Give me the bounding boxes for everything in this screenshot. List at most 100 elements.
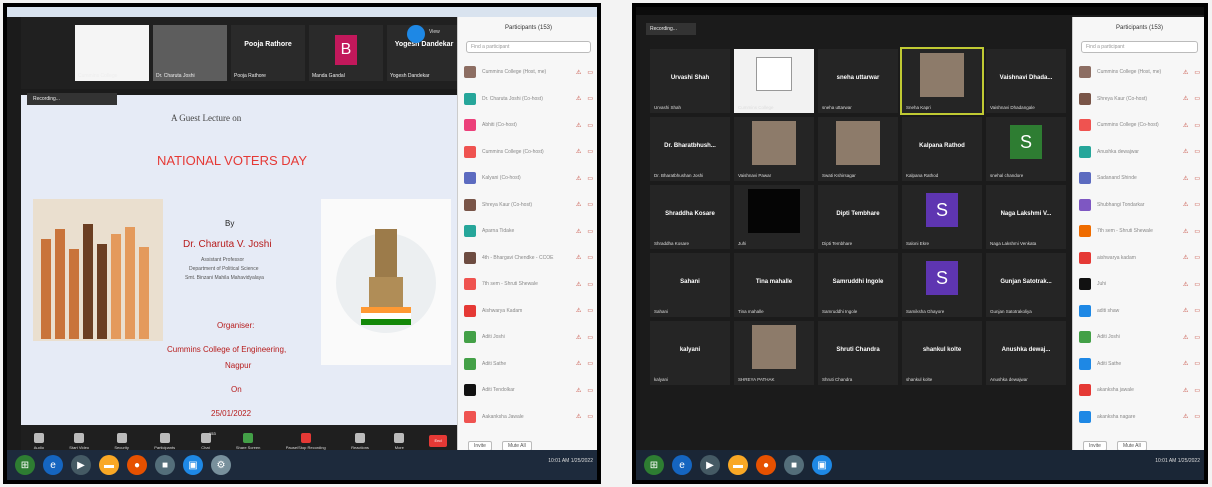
firefox-icon[interactable]: ●: [756, 455, 776, 475]
video-off-icon[interactable]: ▭: [1194, 201, 1200, 208]
video-off-icon[interactable]: ▭: [587, 334, 593, 341]
recording-indicator[interactable]: Recording...: [646, 23, 696, 35]
video-off-icon[interactable]: ▭: [1194, 69, 1200, 76]
mic-muted-icon[interactable]: ⚠: [576, 201, 581, 208]
mic-muted-icon[interactable]: ⚠: [576, 122, 581, 129]
mic-muted-icon[interactable]: ⚠: [1183, 254, 1188, 261]
gallery-tile[interactable]: Vaishnavi Dhada... Vaishnavi Dhadangale: [986, 49, 1066, 113]
participant-row[interactable]: Aditi Sathe ⚠ ▭: [458, 351, 597, 378]
participant-row[interactable]: aditi shaw ⚠ ▭: [1073, 298, 1204, 325]
zoom-icon[interactable]: ▣: [183, 455, 203, 475]
video-off-icon[interactable]: ▭: [1194, 413, 1200, 420]
gallery-tile[interactable]: S Saloni Ekre: [902, 185, 982, 249]
participant-row[interactable]: Aditi Sathe ⚠ ▭: [1073, 351, 1204, 378]
system-tray-clock[interactable]: 10:01 AM 1/25/2022: [1155, 458, 1200, 464]
media-icon[interactable]: ▶: [700, 455, 720, 475]
app-icon[interactable]: ■: [784, 455, 804, 475]
mic-muted-icon[interactable]: ⚠: [576, 228, 581, 235]
participant-row[interactable]: Aishwarya Kadam ⚠ ▭: [458, 298, 597, 325]
participant-row[interactable]: Kalyani (Co-host) ⚠ ▭: [458, 165, 597, 192]
gallery-tile[interactable]: shankul kolte shankul kolte: [902, 321, 982, 385]
folder-icon[interactable]: ▬: [728, 455, 748, 475]
participant-row[interactable]: Shreya Kaur (Co-host) ⚠ ▭: [458, 192, 597, 219]
mic-muted-icon[interactable]: ⚠: [1183, 334, 1188, 341]
video-tile[interactable]: Pooja Rathore Pooja Rathore: [231, 25, 305, 81]
video-off-icon[interactable]: ▭: [587, 307, 593, 314]
mic-muted-icon[interactable]: ⚠: [576, 360, 581, 367]
gallery-tile[interactable]: Ssnehal chandore: [986, 117, 1066, 181]
participant-row[interactable]: Abhiti (Co-host) ⚠ ▭: [458, 112, 597, 139]
video-off-icon[interactable]: ▭: [1194, 175, 1200, 182]
folder-icon[interactable]: ▬: [99, 455, 119, 475]
participant-row[interactable]: Cummins College (Host, me) ⚠ ▭: [1073, 59, 1204, 86]
control-more[interactable]: More: [394, 432, 405, 450]
participant-row[interactable]: Aditi Joshi ⚠ ▭: [1073, 324, 1204, 351]
mic-muted-icon[interactable]: ⚠: [576, 175, 581, 182]
participant-row[interactable]: Cummins College (Co-host) ⚠ ▭: [1073, 112, 1204, 139]
start-orb-icon[interactable]: ⊞: [15, 455, 35, 475]
video-off-icon[interactable]: ▭: [587, 413, 593, 420]
video-tile[interactable]: B Manda Gandal: [309, 25, 383, 81]
video-tile[interactable]: Cummins College: [75, 25, 149, 81]
participant-row[interactable]: Shreya Kaur (Co-host) ⚠ ▭: [1073, 86, 1204, 113]
control-record[interactable]: Pause/Stop Recording: [286, 432, 326, 450]
mic-muted-icon[interactable]: ⚠: [576, 307, 581, 314]
control-mic[interactable]: Audio: [34, 432, 44, 450]
mic-muted-icon[interactable]: ⚠: [1183, 307, 1188, 314]
participant-row[interactable]: Juhi ⚠ ▭: [1073, 271, 1204, 298]
mic-muted-icon[interactable]: ⚠: [1183, 175, 1188, 182]
mic-muted-icon[interactable]: ⚠: [1183, 69, 1188, 76]
view-button[interactable]: View: [429, 29, 440, 35]
participant-row[interactable]: Aakanksha Jawale ⚠ ▭: [458, 404, 597, 431]
gallery-tile[interactable]: Urvashi Shah Urvashi Shah: [650, 49, 730, 113]
media-icon[interactable]: ▶: [71, 455, 91, 475]
video-off-icon[interactable]: ▭: [1194, 334, 1200, 341]
video-tile[interactable]: Dr. Charuta Joshi: [153, 25, 227, 81]
video-off-icon[interactable]: ▭: [587, 69, 593, 76]
video-off-icon[interactable]: ▭: [1194, 360, 1200, 367]
participant-row[interactable]: Anushka dewajwar ⚠ ▭: [1073, 139, 1204, 166]
mic-muted-icon[interactable]: ⚠: [1183, 413, 1188, 420]
participant-row[interactable]: 7th sem - Shruti Shewale ⚠ ▭: [458, 271, 597, 298]
mic-muted-icon[interactable]: ⚠: [1183, 148, 1188, 155]
participant-row[interactable]: akanksha jawale ⚠ ▭: [1073, 377, 1204, 404]
participant-search-input[interactable]: Find a participant: [1081, 41, 1198, 53]
video-off-icon[interactable]: ▭: [587, 122, 593, 129]
app-icon[interactable]: ■: [155, 455, 175, 475]
mic-muted-icon[interactable]: ⚠: [576, 95, 581, 102]
gallery-tile[interactable]: Shraddha Kosare Shraddha Kosare: [650, 185, 730, 249]
video-off-icon[interactable]: ▭: [587, 254, 593, 261]
video-off-icon[interactable]: ▭: [587, 201, 593, 208]
gallery-tile[interactable]: Dr. Bharatbhush... Dr. Bharatbhushan Josh…: [650, 117, 730, 181]
end-button[interactable]: End: [429, 435, 447, 447]
mic-muted-icon[interactable]: ⚠: [1183, 228, 1188, 235]
participant-row[interactable]: Cummins College (Co-host) ⚠ ▭: [458, 139, 597, 166]
video-off-icon[interactable]: ▭: [587, 95, 593, 102]
ie-icon[interactable]: e: [43, 455, 63, 475]
video-off-icon[interactable]: ▭: [587, 281, 593, 288]
mic-muted-icon[interactable]: ⚠: [576, 334, 581, 341]
mic-muted-icon[interactable]: ⚠: [576, 387, 581, 394]
participant-row[interactable]: Cummins College (Host, me) ⚠ ▭: [458, 59, 597, 86]
mic-muted-icon[interactable]: ⚠: [1183, 281, 1188, 288]
gallery-tile[interactable]: Sahani Sahani: [650, 253, 730, 317]
settings-icon[interactable]: ⚙: [211, 455, 231, 475]
gallery-tile[interactable]: Gunjan Satotrak... Gunjan Satotrakoliya: [986, 253, 1066, 317]
gallery-tile[interactable]: SHREYA PATHAK: [734, 321, 814, 385]
system-tray-clock[interactable]: 10:01 AM 1/25/2022: [548, 458, 593, 464]
control-share-screen[interactable]: Share Screen: [236, 432, 260, 450]
gallery-tile[interactable]: Anushka dewaj... Anushka dewajwar: [986, 321, 1066, 385]
mic-muted-icon[interactable]: ⚠: [1183, 122, 1188, 129]
video-off-icon[interactable]: ▭: [1194, 307, 1200, 314]
gallery-tile[interactable]: Tina mahalle Tina mahalle: [734, 253, 814, 317]
participant-row[interactable]: Aparna Tidake ⚠ ▭: [458, 218, 597, 245]
gallery-tile[interactable]: Vaishnavi Pawar: [734, 117, 814, 181]
mic-muted-icon[interactable]: ⚠: [1183, 201, 1188, 208]
mic-muted-icon[interactable]: ⚠: [1183, 360, 1188, 367]
video-off-icon[interactable]: ▭: [1194, 281, 1200, 288]
video-off-icon[interactable]: ▭: [1194, 148, 1200, 155]
video-off-icon[interactable]: ▭: [1194, 122, 1200, 129]
control-reactions[interactable]: Reactions: [351, 432, 369, 450]
video-off-icon[interactable]: ▭: [587, 148, 593, 155]
gallery-tile[interactable]: Naga Lakshmi V... Naga Lakshmi Venkata: [986, 185, 1066, 249]
